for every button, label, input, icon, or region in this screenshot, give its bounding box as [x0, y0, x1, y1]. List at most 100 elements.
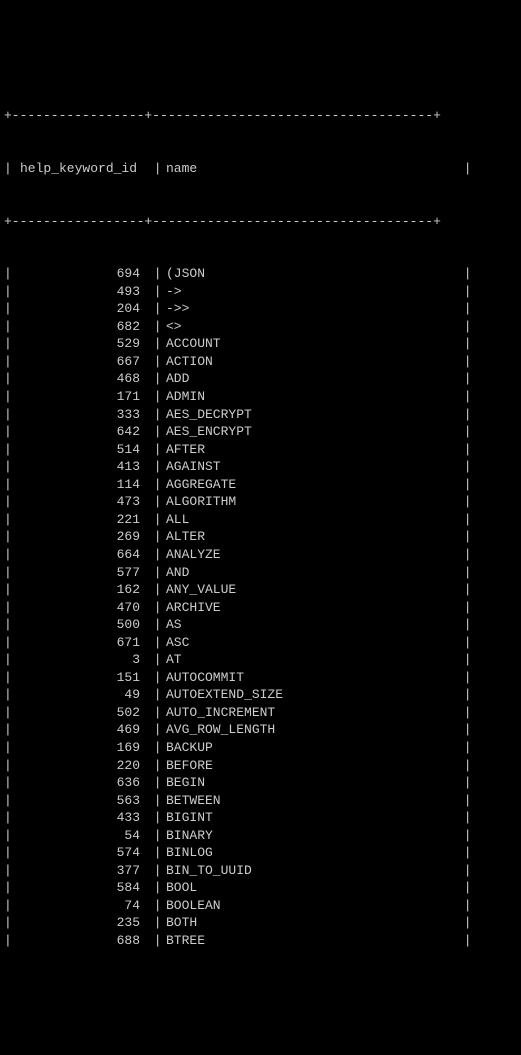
cell-id: 694 [16, 265, 146, 283]
cell-id: 151 [16, 669, 146, 687]
cell-name: BIGINT [166, 809, 456, 827]
cell-id: 473 [16, 493, 146, 511]
separator: | [146, 932, 166, 950]
cell-name: ACTION [166, 353, 456, 371]
separator: | [456, 792, 468, 810]
separator: | [456, 546, 468, 564]
table-row: | 584 | BOOL | [4, 879, 517, 897]
cell-id: 413 [16, 458, 146, 476]
table-row: | 54 | BINARY | [4, 827, 517, 845]
separator: | [456, 634, 468, 652]
table-row: | 500 | AS | [4, 616, 517, 634]
separator: | [146, 441, 166, 459]
table-row: | 636 | BEGIN | [4, 774, 517, 792]
table-row: | 574 | BINLOG | [4, 844, 517, 862]
cell-name: BINLOG [166, 844, 456, 862]
separator: | [146, 318, 166, 336]
separator: | [4, 879, 16, 897]
separator: | [456, 441, 468, 459]
cell-name: AGAINST [166, 458, 456, 476]
separator: | [146, 862, 166, 880]
table-row: | 269 | ALTER | [4, 528, 517, 546]
cell-name: BOOL [166, 879, 456, 897]
separator: | [456, 528, 468, 546]
cell-name: AT [166, 651, 456, 669]
separator: | [456, 265, 468, 283]
separator: | [4, 318, 16, 336]
cell-id: 563 [16, 792, 146, 810]
separator: | [4, 581, 16, 599]
separator: | [456, 406, 468, 424]
cell-name: BIN_TO_UUID [166, 862, 456, 880]
separator: | [4, 458, 16, 476]
separator: | [4, 809, 16, 827]
separator: | [146, 704, 166, 722]
table-row: | 114 | AGGREGATE | [4, 476, 517, 494]
separator: | [4, 493, 16, 511]
cell-name: BETWEEN [166, 792, 456, 810]
separator: | [456, 511, 468, 529]
separator: | [456, 809, 468, 827]
separator: | [456, 388, 468, 406]
cell-id: 664 [16, 546, 146, 564]
cell-name: BOOLEAN [166, 897, 456, 915]
table-row: | 221 | ALL | [4, 511, 517, 529]
separator: | [4, 599, 16, 617]
cell-name: AND [166, 564, 456, 582]
separator: | [456, 599, 468, 617]
separator: | [4, 616, 16, 634]
table-body: | 694 | (JSON || 493 | -> || 204 | ->> |… [4, 265, 517, 949]
cell-name: ACCOUNT [166, 335, 456, 353]
separator: | [4, 476, 16, 494]
cell-name: ANALYZE [166, 546, 456, 564]
table-row: | 74 | BOOLEAN | [4, 897, 517, 915]
cell-id: 682 [16, 318, 146, 336]
table-row: | 171 | ADMIN | [4, 388, 517, 406]
table-row: | 333 | AES_DECRYPT | [4, 406, 517, 424]
separator: | [146, 686, 166, 704]
separator: | [4, 423, 16, 441]
separator: | [146, 669, 166, 687]
table-row: | 413 | AGAINST | [4, 458, 517, 476]
separator: | [456, 353, 468, 371]
table-row: | 671 | ASC | [4, 634, 517, 652]
cell-name: ALGORITHM [166, 493, 456, 511]
table-row: | 502 | AUTO_INCREMENT | [4, 704, 517, 722]
separator: | [456, 739, 468, 757]
cell-id: 171 [16, 388, 146, 406]
cell-name: AS [166, 616, 456, 634]
separator: | [456, 370, 468, 388]
separator: | [146, 493, 166, 511]
table-row: | 529 | ACCOUNT | [4, 335, 517, 353]
separator: | [456, 616, 468, 634]
table-row: | 468 | ADD | [4, 370, 517, 388]
separator: | [146, 265, 166, 283]
cell-name: ->> [166, 300, 456, 318]
separator: | [146, 721, 166, 739]
separator: | [146, 634, 166, 652]
separator: | [146, 809, 166, 827]
separator: | [4, 686, 16, 704]
separator: | [146, 774, 166, 792]
cell-name: -> [166, 283, 456, 301]
separator: | [456, 669, 468, 687]
separator: | [146, 528, 166, 546]
cell-name: BACKUP [166, 739, 456, 757]
cell-name: ADMIN [166, 388, 456, 406]
table-row: | 469 | AVG_ROW_LENGTH | [4, 721, 517, 739]
cell-name: AVG_ROW_LENGTH [166, 721, 456, 739]
cell-name: AUTO_INCREMENT [166, 704, 456, 722]
table-row: | 473 | ALGORITHM | [4, 493, 517, 511]
separator: | [146, 160, 166, 178]
cell-id: 221 [16, 511, 146, 529]
separator: | [146, 370, 166, 388]
separator: | [456, 458, 468, 476]
separator: | [4, 160, 16, 178]
separator: | [456, 827, 468, 845]
separator: | [456, 581, 468, 599]
separator: | [146, 300, 166, 318]
separator: | [4, 353, 16, 371]
separator: | [4, 932, 16, 950]
cell-name: AUTOEXTEND_SIZE [166, 686, 456, 704]
separator: | [4, 651, 16, 669]
